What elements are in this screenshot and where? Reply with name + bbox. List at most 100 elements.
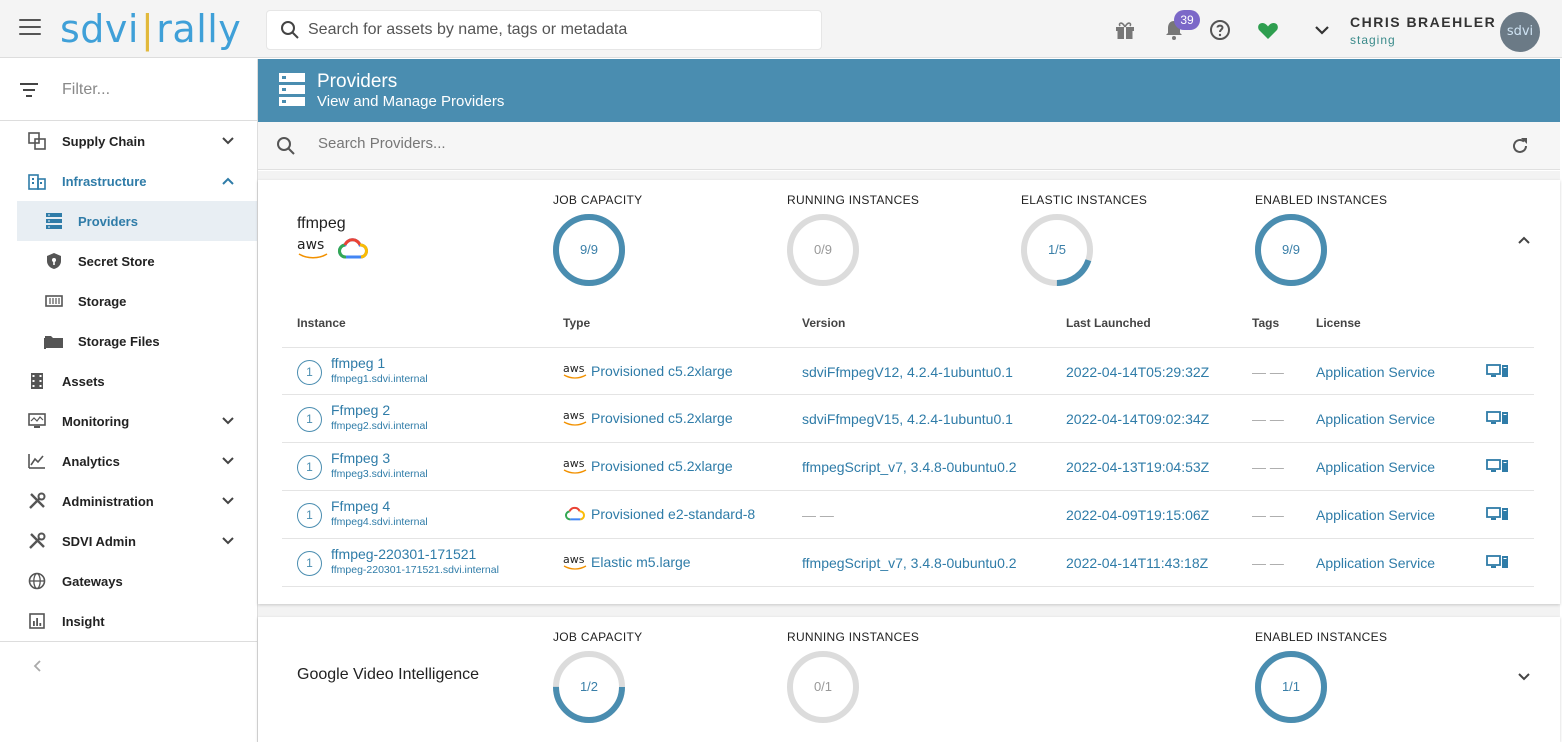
server-icon xyxy=(279,73,305,106)
instance-version-link[interactable]: — — xyxy=(802,507,834,523)
server-icon xyxy=(44,212,64,230)
stat-label: ELASTIC INSTANCES xyxy=(1021,193,1148,207)
sidebar-item-providers[interactable]: Providers xyxy=(17,201,257,241)
sidebar-item-sdvi-admin[interactable]: SDVI Admin xyxy=(0,521,257,561)
notification-badge[interactable]: 39 xyxy=(1174,10,1200,30)
instance-hostname: ffmpeg4.sdvi.internal xyxy=(331,516,428,528)
sidebar-item-insight[interactable]: Insight xyxy=(0,601,257,641)
instance-name-link[interactable]: Ffmpeg 2 xyxy=(331,402,390,418)
remote-console-icon[interactable] xyxy=(1486,555,1510,574)
remote-console-icon[interactable] xyxy=(1486,411,1510,430)
gauge-value: 9/9 xyxy=(579,242,599,257)
instance-name-link[interactable]: ffmpeg-220301-171521 xyxy=(331,546,476,562)
logo-separator: | xyxy=(140,7,155,51)
sidebar-item-label: Insight xyxy=(62,613,105,629)
chevron-down-icon[interactable] xyxy=(1516,669,1532,685)
help-icon[interactable] xyxy=(1208,18,1232,42)
admin-tools-icon xyxy=(27,532,47,550)
tools-icon xyxy=(27,492,47,510)
sidebar-item-label: Monitoring xyxy=(62,413,130,429)
sidebar-item-label: Providers xyxy=(78,213,138,229)
instance-type-link[interactable]: aws Provisioned c5.2xlarge xyxy=(563,409,733,426)
filter-icon[interactable] xyxy=(20,82,38,97)
page-title: Providers xyxy=(317,71,398,92)
gift-icon[interactable] xyxy=(1113,18,1137,42)
sidebar-item-administration[interactable]: Administration xyxy=(0,481,257,521)
license-link[interactable]: Application Service xyxy=(1316,364,1435,380)
instance-version-link[interactable]: sdviFfmpegV12, 4.2.4-1ubuntu0.1 xyxy=(802,364,1013,380)
sidebar-item-supply-chain[interactable]: Supply Chain xyxy=(0,121,257,161)
provider-name[interactable]: ffmpeg xyxy=(297,215,346,233)
sidebar-item-storage-files[interactable]: Storage Files xyxy=(0,321,257,361)
heart-icon[interactable] xyxy=(1256,18,1280,42)
column-header-last-launched[interactable]: Last Launched xyxy=(1066,316,1151,330)
chevron-down-icon[interactable] xyxy=(1310,18,1334,42)
table-row: 1 ffmpeg-220301-171521 ffmpeg-220301-17152… xyxy=(282,539,1534,587)
instance-status-indicator: 1 xyxy=(297,551,322,576)
instance-type-link[interactable]: aws Provisioned c5.2xlarge xyxy=(563,457,733,474)
chevron-down-icon[interactable] xyxy=(220,454,236,468)
chevron-up-icon[interactable] xyxy=(220,174,236,188)
license-link[interactable]: Application Service xyxy=(1316,411,1435,427)
license-link[interactable]: Application Service xyxy=(1316,459,1435,475)
sidebar-item-assets[interactable]: Assets xyxy=(0,361,257,401)
sidebar-filter-input[interactable] xyxy=(62,80,222,99)
monitor-icon xyxy=(27,412,47,430)
google-cloud-icon xyxy=(338,238,368,259)
page-subtitle: View and Manage Providers xyxy=(317,93,505,110)
asset-search-input[interactable] xyxy=(308,21,788,39)
sidebar-item-label: Infrastructure xyxy=(62,173,147,189)
refresh-icon[interactable] xyxy=(1510,136,1530,156)
instance-name-link[interactable]: ffmpeg 1 xyxy=(331,355,385,371)
table-row: 1 Ffmpeg 4 ffmpeg4.sdvi.internal Provisione… xyxy=(282,491,1534,539)
user-environment: staging xyxy=(1350,33,1396,47)
sidebar-item-gateways[interactable]: Gateways xyxy=(0,561,257,601)
last-launched-value: 2022-04-14T09:02:34Z xyxy=(1066,411,1210,427)
column-header-instance[interactable]: Instance xyxy=(297,316,346,330)
provider-search-input[interactable] xyxy=(318,135,718,152)
remote-console-icon[interactable] xyxy=(1486,364,1510,383)
instance-version-link[interactable]: ffmpegScript_v7, 3.4.8-0ubuntu0.2 xyxy=(802,459,1017,475)
menu-icon[interactable] xyxy=(19,19,41,37)
sidebar-item-secret-store[interactable]: Secret Store xyxy=(0,241,257,281)
search-icon xyxy=(277,137,295,155)
chevron-down-icon[interactable] xyxy=(220,414,236,428)
table-row: 1 Ffmpeg 3 ffmpeg3.sdvi.internal aws Provisi… xyxy=(282,443,1534,491)
tags-value: — — xyxy=(1252,364,1284,380)
instance-name-link[interactable]: Ffmpeg 4 xyxy=(331,498,390,514)
license-link[interactable]: Application Service xyxy=(1316,555,1435,571)
sidebar-item-label: Administration xyxy=(62,493,154,509)
sidebar-item-analytics[interactable]: Analytics xyxy=(0,441,257,481)
column-header-license[interactable]: License xyxy=(1316,316,1361,330)
instance-type-link[interactable]: Provisioned e2-standard-8 xyxy=(563,506,755,522)
provider-search-bar xyxy=(258,122,1560,170)
instance-version-link[interactable]: sdviFfmpegV15, 4.2.4-1ubuntu0.1 xyxy=(802,411,1013,427)
remote-console-icon[interactable] xyxy=(1486,507,1510,526)
instance-type-link[interactable]: aws Provisioned c5.2xlarge xyxy=(563,362,733,379)
column-header-version[interactable]: Version xyxy=(802,316,845,330)
remote-console-icon[interactable] xyxy=(1486,459,1510,478)
instance-name-link[interactable]: Ffmpeg 3 xyxy=(331,450,390,466)
sidebar-item-monitoring[interactable]: Monitoring xyxy=(0,401,257,441)
instance-table: 1 ffmpeg 1 ffmpeg1.sdvi.internal aws Provisi… xyxy=(282,347,1534,587)
instance-version-link[interactable]: ffmpegScript_v7, 3.4.8-0ubuntu0.2 xyxy=(802,555,1017,571)
sidebar-item-storage[interactable]: Storage xyxy=(0,281,257,321)
provider-name[interactable]: Google Video Intelligence xyxy=(297,666,479,684)
column-header-type[interactable]: Type xyxy=(563,316,590,330)
chevron-down-icon[interactable] xyxy=(220,134,236,148)
instance-type-link[interactable]: aws Elastic m5.large xyxy=(563,553,691,570)
last-launched-value: 2022-04-14T05:29:32Z xyxy=(1066,364,1210,380)
sidebar-divider xyxy=(0,641,258,642)
stat-label: RUNNING INSTANCES xyxy=(787,193,920,207)
license-link[interactable]: Application Service xyxy=(1316,507,1435,523)
collapse-sidebar-icon[interactable] xyxy=(30,659,44,673)
sidebar-item-infrastructure[interactable]: Infrastructure xyxy=(0,161,257,201)
user-name[interactable]: CHRIS BRAEHLER xyxy=(1350,14,1496,30)
app-logo[interactable]: sdvi|rally xyxy=(60,7,241,51)
column-header-tags[interactable]: Tags xyxy=(1252,316,1279,330)
chevron-down-icon[interactable] xyxy=(220,534,236,548)
chevron-down-icon[interactable] xyxy=(220,494,236,508)
chevron-up-icon[interactable] xyxy=(1516,232,1532,248)
sidebar-item-label: Supply Chain xyxy=(62,133,146,149)
avatar[interactable]: sdvi xyxy=(1500,12,1540,52)
